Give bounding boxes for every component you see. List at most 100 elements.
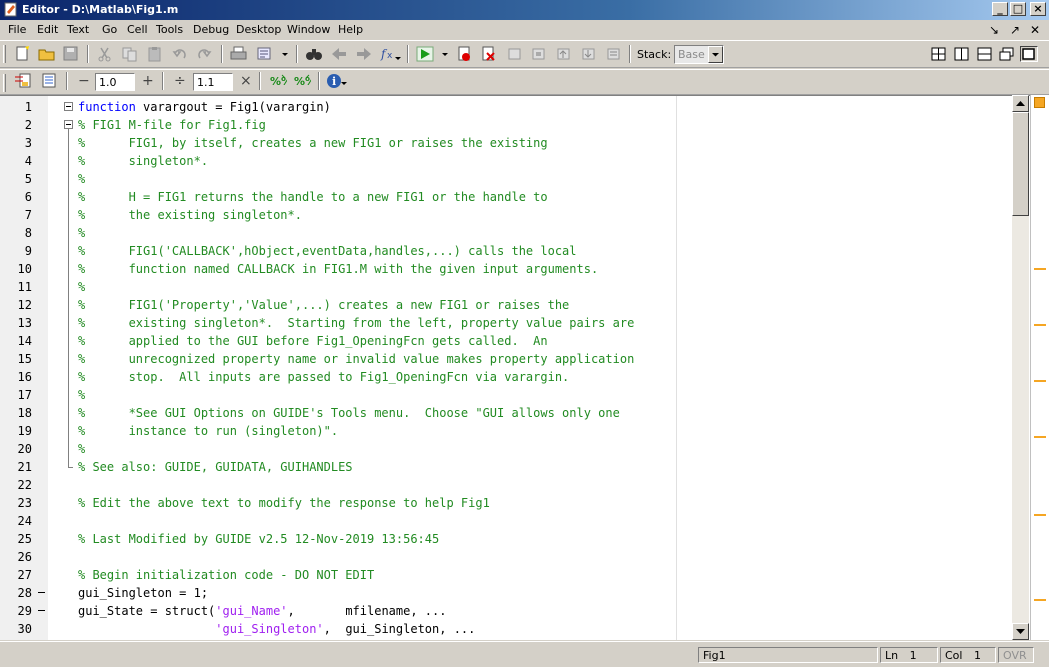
code-line[interactable]: 27 % Begin initialization code - DO NOT E… bbox=[0, 566, 1012, 584]
code-line[interactable]: 9 % FIG1('CALLBACK',hObject,eventData,han… bbox=[0, 242, 1012, 260]
go-forward-icon[interactable] bbox=[355, 46, 373, 62]
code-text[interactable]: % Begin initialization code - DO NOT EDI… bbox=[78, 566, 374, 584]
code-text[interactable]: % Edit the above text to modify the resp… bbox=[78, 494, 490, 512]
step-out-icon[interactable] bbox=[555, 46, 573, 62]
menu-edit[interactable]: Edit bbox=[37, 23, 58, 36]
code-text[interactable]: % instance to run (singleton)". bbox=[78, 422, 338, 440]
code-text[interactable]: % stop. All inputs are passed to Fig1_Op… bbox=[78, 368, 569, 386]
copy-icon[interactable] bbox=[121, 46, 139, 62]
top-bottom-split-icon[interactable] bbox=[976, 46, 994, 62]
code-line[interactable]: 1 function varargout = Fig1(varargin) bbox=[0, 98, 1012, 116]
mlint-status-indicator[interactable] bbox=[1034, 97, 1045, 108]
save-icon[interactable] bbox=[62, 46, 80, 62]
run-options-chevron-icon[interactable] bbox=[440, 46, 450, 62]
chevron-down-icon[interactable] bbox=[708, 46, 723, 63]
multiply-button[interactable]: × bbox=[240, 73, 252, 89]
code-text[interactable]: % bbox=[78, 224, 85, 242]
code-line[interactable]: 7 % the existing singleton*. bbox=[0, 206, 1012, 224]
go-back-icon[interactable] bbox=[330, 46, 348, 62]
insert-cell-icon[interactable] bbox=[14, 73, 32, 89]
code-line[interactable]: 16 % stop. All inputs are passed to Fig1_… bbox=[0, 368, 1012, 386]
paste-icon[interactable] bbox=[146, 46, 164, 62]
mlint-warning-marker[interactable] bbox=[1034, 324, 1046, 326]
tile-layout-icon[interactable] bbox=[930, 46, 948, 62]
new-file-icon[interactable] bbox=[14, 46, 32, 62]
code-text[interactable]: % the existing singleton*. bbox=[78, 206, 302, 224]
code-text[interactable]: % bbox=[78, 386, 85, 404]
code-line[interactable]: 30 'gui_Singleton', gui_Singleton, ... bbox=[0, 620, 1012, 638]
info-icon[interactable]: i bbox=[326, 73, 348, 89]
step-icon[interactable] bbox=[506, 46, 524, 62]
code-line[interactable]: 20% bbox=[0, 440, 1012, 458]
print-preview-icon[interactable] bbox=[256, 46, 274, 62]
menu-debug[interactable]: Debug bbox=[193, 23, 229, 36]
code-line[interactable]: 3 % FIG1, by itself, creates a new FIG1 o… bbox=[0, 134, 1012, 152]
menu-file[interactable]: File bbox=[8, 23, 26, 36]
code-line[interactable]: 22 bbox=[0, 476, 1012, 494]
code-line[interactable]: 21 % See also: GUIDE, GUIDATA, GUIHANDLES bbox=[0, 458, 1012, 476]
menu-desktop[interactable]: Desktop bbox=[236, 23, 281, 36]
left-right-split-icon[interactable] bbox=[953, 46, 971, 62]
code-text[interactable]: % existing singleton*. Starting from the… bbox=[78, 314, 634, 332]
close-button[interactable]: × bbox=[1030, 2, 1046, 16]
hide-cell-titles-icon[interactable]: %% bbox=[293, 73, 311, 89]
code-line[interactable]: 14 % applied to the GUI before Fig1_Openi… bbox=[0, 332, 1012, 350]
code-line[interactable]: 13 % existing singleton*. Starting from t… bbox=[0, 314, 1012, 332]
open-folder-icon[interactable] bbox=[38, 46, 56, 62]
toolbar-grip[interactable] bbox=[3, 45, 6, 63]
menu-go[interactable]: Go bbox=[102, 23, 117, 36]
code-line[interactable]: 25 % Last Modified by GUIDE v2.5 12-Nov-2… bbox=[0, 530, 1012, 548]
code-line[interactable]: 6 % H = FIG1 returns the handle to a new … bbox=[0, 188, 1012, 206]
code-line[interactable]: 17% bbox=[0, 386, 1012, 404]
toolbar-grip[interactable] bbox=[3, 74, 6, 92]
code-line[interactable]: 10 % function named CALLBACK in FIG1.M wi… bbox=[0, 260, 1012, 278]
code-line[interactable]: 23 % Edit the above text to modify the re… bbox=[0, 494, 1012, 512]
code-line[interactable]: 26 bbox=[0, 548, 1012, 566]
evaluate-cell-icon[interactable] bbox=[40, 73, 58, 89]
code-text[interactable]: gui_Singleton = 1; bbox=[78, 584, 208, 602]
redo-icon[interactable] bbox=[196, 46, 214, 62]
stack-dropdown[interactable]: Base bbox=[674, 45, 724, 64]
code-text[interactable]: % FIG1('CALLBACK',hObject,eventData,hand… bbox=[78, 242, 577, 260]
divide-value-input[interactable]: 1.1 bbox=[193, 73, 233, 91]
code-line[interactable]: 11% bbox=[0, 278, 1012, 296]
menu-text[interactable]: Text bbox=[67, 23, 89, 36]
divide-button[interactable]: ÷ bbox=[174, 73, 186, 89]
show-cell-titles-icon[interactable]: %% bbox=[269, 73, 287, 89]
chevron-down-icon[interactable] bbox=[280, 46, 290, 62]
fold-collapse-icon[interactable] bbox=[64, 102, 73, 111]
breakpoint-dash-icon[interactable] bbox=[38, 610, 45, 611]
cut-icon[interactable] bbox=[96, 46, 114, 62]
mlint-warning-marker[interactable] bbox=[1034, 436, 1046, 438]
vertical-scrollbar[interactable] bbox=[1012, 95, 1029, 640]
fold-collapse-icon[interactable] bbox=[64, 120, 73, 129]
menu-tools[interactable]: Tools bbox=[156, 23, 183, 36]
code-text[interactable]: % FIG1 M-file for Fig1.fig bbox=[78, 116, 266, 134]
step-in-icon[interactable] bbox=[530, 46, 548, 62]
code-text[interactable]: 'gui_Singleton', gui_Singleton, ... bbox=[78, 620, 475, 638]
code-text[interactable]: % H = FIG1 returns the handle to a new F… bbox=[78, 188, 548, 206]
code-line[interactable]: 29 gui_State = struct('gui_Name', mfilena… bbox=[0, 602, 1012, 620]
code-text[interactable]: % Last Modified by GUIDE v2.5 12-Nov-201… bbox=[78, 530, 439, 548]
floating-window-icon[interactable] bbox=[998, 46, 1016, 62]
minimize-button[interactable]: _ bbox=[992, 2, 1008, 16]
code-text[interactable]: % FIG1, by itself, creates a new FIG1 or… bbox=[78, 134, 548, 152]
menu-help[interactable]: Help bbox=[338, 23, 363, 36]
clear-breakpoints-icon[interactable] bbox=[480, 46, 498, 62]
code-line[interactable]: 15 % unrecognized property name or invali… bbox=[0, 350, 1012, 368]
code-text[interactable]: % bbox=[78, 170, 85, 188]
code-text[interactable]: % bbox=[78, 440, 85, 458]
code-text[interactable]: % singleton*. bbox=[78, 152, 208, 170]
dock-icon[interactable]: ↗ bbox=[1010, 23, 1020, 37]
set-breakpoint-icon[interactable] bbox=[456, 46, 474, 62]
code-line[interactable]: 19 % instance to run (singleton)". bbox=[0, 422, 1012, 440]
mlint-warning-marker[interactable] bbox=[1034, 599, 1046, 601]
increment-value-input[interactable]: 1.0 bbox=[95, 73, 135, 91]
increment-button[interactable]: + bbox=[142, 73, 154, 89]
continue-icon[interactable] bbox=[580, 46, 598, 62]
undo-icon[interactable] bbox=[171, 46, 189, 62]
exit-debug-icon[interactable] bbox=[605, 46, 623, 62]
close-document-icon[interactable]: ✕ bbox=[1030, 23, 1040, 37]
maximize-layout-icon[interactable] bbox=[1020, 46, 1038, 62]
code-text[interactable]: % unrecognized property name or invalid … bbox=[78, 350, 634, 368]
